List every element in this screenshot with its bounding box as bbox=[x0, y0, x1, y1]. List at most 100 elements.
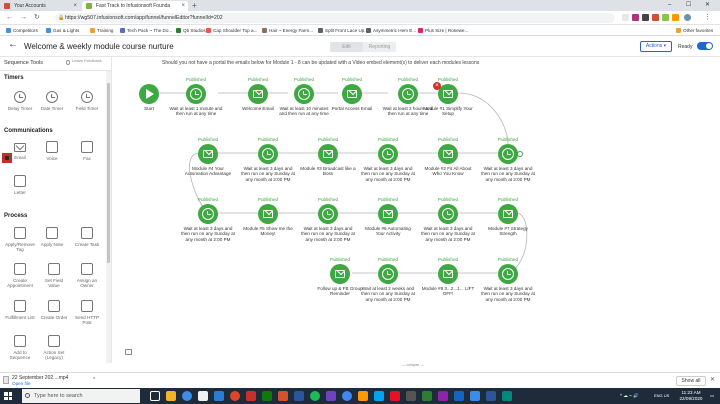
node-email[interactable]: Published × Module #1 Simplify Your Setu… bbox=[420, 77, 476, 117]
tool-add-to-sequence[interactable]: Add to Sequence bbox=[5, 335, 35, 360]
timer-node-circle[interactable] bbox=[258, 144, 278, 164]
tool-send-http-post[interactable]: Send HTTP Post bbox=[72, 300, 102, 325]
timer-node-circle[interactable] bbox=[438, 204, 458, 224]
node-timer[interactable]: Published Wait at least 2 weeks and then… bbox=[360, 257, 416, 302]
maximize-button[interactable]: ☐ bbox=[686, 0, 691, 11]
new-tab-button[interactable]: + bbox=[192, 0, 197, 11]
timer-node-circle[interactable] bbox=[318, 204, 338, 224]
tab-sequence-tools[interactable]: Sequence Tools bbox=[4, 60, 43, 66]
bookmark-item[interactable]: Qb Studios bbox=[176, 25, 206, 36]
excel-icon[interactable] bbox=[262, 391, 272, 401]
email-node-circle[interactable] bbox=[378, 204, 398, 224]
node-email[interactable]: Published Follow up & FB Group Reminder bbox=[312, 257, 368, 297]
node-email[interactable]: Published Portal Access Email bbox=[324, 77, 380, 111]
bookmark-item[interactable]: Training bbox=[90, 25, 113, 36]
app-icon[interactable] bbox=[374, 391, 384, 401]
close-window-button[interactable]: ✕ bbox=[705, 0, 710, 11]
extension-icon[interactable] bbox=[662, 14, 669, 21]
teams-icon[interactable] bbox=[326, 391, 336, 401]
app-icon[interactable] bbox=[358, 391, 368, 401]
node-timer[interactable]: Published Wait at least 1 minute and the… bbox=[168, 77, 224, 117]
email-node-circle[interactable] bbox=[498, 204, 518, 224]
app-icon[interactable] bbox=[502, 391, 512, 401]
timer-node-circle[interactable] bbox=[186, 84, 206, 104]
taskbar-search-input[interactable]: Type here to search bbox=[22, 389, 140, 403]
tool-create-task[interactable]: Create Task bbox=[72, 227, 102, 247]
tool-fax[interactable]: Fax bbox=[72, 141, 102, 161]
acrobat-icon[interactable] bbox=[246, 391, 256, 401]
bookmark-item[interactable]: Tech Pack ~ The Do... bbox=[120, 25, 172, 36]
timer-node-circle[interactable] bbox=[378, 144, 398, 164]
task-view-icon[interactable] bbox=[150, 391, 160, 401]
taskbar-clock[interactable]: 11:23 AM 22/09/2020 bbox=[676, 390, 706, 402]
node-timer[interactable]: Published Wait at least 3 days and then … bbox=[480, 257, 536, 302]
email-node-circle[interactable] bbox=[438, 264, 458, 284]
node-email[interactable]: Published Module #3 Broadcast like a Bos… bbox=[300, 137, 356, 177]
app-icon[interactable] bbox=[390, 391, 400, 401]
app-icon[interactable] bbox=[406, 391, 416, 401]
extension-icon[interactable] bbox=[632, 14, 639, 21]
chevron-up-icon[interactable]: ^ bbox=[93, 377, 95, 383]
email-node-circle[interactable] bbox=[318, 144, 338, 164]
extension-icon[interactable] bbox=[652, 14, 659, 21]
email-node-circle[interactable]: × bbox=[433, 82, 458, 104]
tool-apply-note[interactable]: Apply Note bbox=[37, 227, 67, 247]
tab-leave-feedback[interactable]: Leave Feedback bbox=[66, 58, 102, 65]
chrome-icon[interactable] bbox=[230, 391, 240, 401]
tool-field-timer[interactable]: Field Timer bbox=[72, 91, 102, 111]
spotify-icon[interactable] bbox=[310, 391, 320, 401]
tool-apply-remove-tag[interactable]: Apply/Remove Tag bbox=[3, 227, 37, 252]
actions-dropdown-button[interactable]: Actions ▾ bbox=[640, 41, 672, 52]
email-node-circle[interactable] bbox=[198, 144, 218, 164]
tool-create-order[interactable]: Create Order bbox=[39, 300, 69, 320]
language-indicator[interactable]: ENG US bbox=[654, 388, 669, 404]
tool-fulfillment-list[interactable]: Fulfillment List bbox=[5, 300, 35, 320]
tool-voice[interactable]: Voice bbox=[37, 141, 67, 161]
tool-assign-owner[interactable]: Assign an Owner bbox=[72, 263, 102, 288]
timer-node-circle[interactable] bbox=[498, 144, 523, 164]
email-node-circle[interactable] bbox=[438, 144, 458, 164]
tool-create-appointment[interactable]: Create Appointment bbox=[3, 263, 37, 288]
timer-node-circle[interactable] bbox=[198, 204, 218, 224]
bookmark-item[interactable]: Split Front Lace Up... bbox=[318, 25, 368, 36]
minimize-button[interactable]: – bbox=[668, 0, 671, 11]
ready-toggle-switch[interactable] bbox=[697, 42, 713, 50]
node-email[interactable]: Published Module #4 Your Automation Adva… bbox=[180, 137, 236, 177]
email-node-circle[interactable] bbox=[342, 84, 362, 104]
node-timer[interactable]: Published Wait at least 3 days and then … bbox=[240, 137, 296, 182]
open-file-link[interactable]: Open file bbox=[12, 381, 30, 386]
bookmark-item[interactable]: Plus Size | Rosewe... bbox=[418, 25, 468, 36]
forward-arrow-icon[interactable]: → bbox=[20, 12, 27, 24]
page-title[interactable]: Welcome & weekly module course nurture bbox=[24, 42, 174, 51]
other-bookmarks[interactable]: Other favorites bbox=[676, 25, 713, 36]
app-icon[interactable] bbox=[454, 391, 464, 401]
back-arrow-icon[interactable]: ← bbox=[6, 12, 13, 24]
download-item[interactable]: 22 September 202....mp4 Open file ^ bbox=[3, 375, 98, 387]
node-email[interactable]: Published Module #8 3...2...1... LIFT OF… bbox=[420, 257, 476, 297]
browser-tab-accounts[interactable]: Your Accounts × bbox=[0, 1, 80, 11]
app-icon[interactable] bbox=[486, 391, 496, 401]
tab-edit[interactable]: Edit bbox=[330, 42, 363, 52]
tool-set-field-value[interactable]: Set Field Value bbox=[39, 263, 69, 288]
close-icon[interactable]: × bbox=[181, 1, 185, 11]
node-email[interactable]: Published Module #2 Fit All About Who Yo… bbox=[420, 137, 476, 177]
profile-avatar[interactable] bbox=[684, 14, 691, 21]
close-icon[interactable]: × bbox=[73, 1, 77, 11]
windows-start-icon[interactable] bbox=[4, 392, 12, 400]
node-email[interactable]: Published Module #6 Automating Your Acti… bbox=[360, 197, 416, 237]
node-email[interactable]: Published Module #7 Strategy Strength bbox=[480, 197, 536, 237]
timer-node-circle[interactable] bbox=[498, 264, 518, 284]
edge-icon[interactable] bbox=[182, 391, 192, 401]
chrome-profile-icon[interactable] bbox=[342, 391, 352, 401]
email-node-circle[interactable] bbox=[258, 204, 278, 224]
node-timer[interactable]: Published Wait at least 3 days and then … bbox=[480, 137, 536, 182]
extension-icon[interactable] bbox=[622, 14, 629, 21]
tool-letter[interactable]: Letter bbox=[5, 175, 35, 195]
url-input[interactable]: 🔒 https://wg507.infusionsoft.com/app/fun… bbox=[55, 13, 615, 23]
back-arrow-icon[interactable]: ← bbox=[8, 39, 18, 50]
email-node-circle[interactable] bbox=[330, 264, 350, 284]
menu-dots-icon[interactable]: ⋮ bbox=[704, 12, 711, 24]
tray-icons[interactable]: ^ ☁ ⌁ 🔊 bbox=[620, 388, 639, 404]
app-icon[interactable] bbox=[438, 391, 448, 401]
mail-icon[interactable] bbox=[214, 391, 224, 401]
